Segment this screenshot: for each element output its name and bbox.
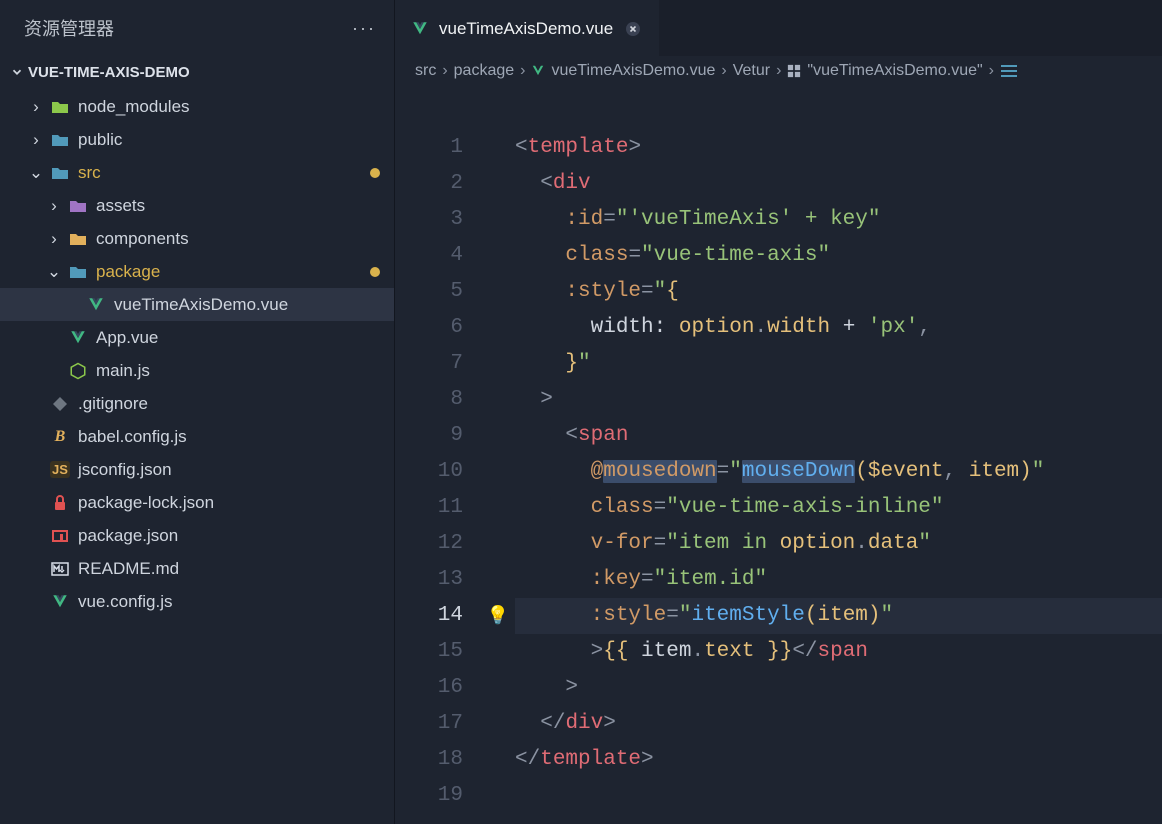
chevron-right-icon: › (46, 229, 62, 249)
tab-label: vueTimeAxisDemo.vue (439, 19, 613, 39)
tab-close-icon[interactable] (623, 19, 643, 39)
project-section-header[interactable]: VUE-TIME-AXIS-DEMO (0, 56, 394, 88)
breadcrumb-item[interactable]: src (415, 62, 436, 80)
node-icon (68, 361, 88, 381)
tree-label: assets (96, 196, 394, 216)
file-item[interactable]: ›App.vue (0, 321, 394, 354)
file-item[interactable]: ›README.md (0, 552, 394, 585)
chevron-right-icon: › (776, 62, 781, 80)
chevron-right-icon: › (28, 97, 44, 117)
explorer-header: 资源管理器 ··· (0, 0, 394, 56)
breadcrumb-item[interactable]: package (454, 62, 515, 80)
tree-label: components (96, 229, 394, 249)
chevron-right-icon: › (721, 62, 726, 80)
file-item[interactable]: ›vueTimeAxisDemo.vue (0, 288, 394, 321)
lock-icon (50, 493, 70, 513)
file-item[interactable]: ›package-lock.json (0, 486, 394, 519)
tree-label: src (78, 163, 370, 183)
tree-label: node_modules (78, 97, 394, 117)
modified-dot-icon (370, 168, 380, 178)
project-name: VUE-TIME-AXIS-DEMO (28, 64, 190, 81)
tree-label: package.json (78, 526, 394, 546)
folder-src-icon (50, 163, 70, 183)
tree-label: package (96, 262, 370, 282)
file-item[interactable]: ›package.json (0, 519, 394, 552)
breadcrumb-item[interactable]: Vetur (733, 62, 770, 80)
tree-label: App.vue (96, 328, 394, 348)
chevron-right-icon: › (520, 62, 525, 80)
editor-tabs: vueTimeAxisDemo.vue (395, 0, 1162, 56)
code-content[interactable]: <template> <div :id="'vueTimeAxis' + key… (515, 130, 1162, 824)
tree-label: package-lock.json (78, 493, 394, 513)
folder-comp-icon (68, 229, 88, 249)
file-item[interactable]: ›vue.config.js (0, 585, 394, 618)
vue-icon (68, 328, 88, 348)
tree-label: public (78, 130, 394, 150)
folder-node-icon (50, 97, 70, 117)
vue-icon (411, 20, 429, 38)
breadcrumbs[interactable]: src › package › vueTimeAxisDemo.vue › Ve… (395, 56, 1162, 86)
folder-item[interactable]: › components (0, 222, 394, 255)
chevron-down-icon: ⌄ (28, 163, 44, 183)
folder-item[interactable]: › node_modules (0, 90, 394, 123)
breadcrumb-overflow-icon[interactable] (1000, 64, 1018, 78)
tree-label: babel.config.js (78, 427, 394, 447)
folder-item[interactable]: › public (0, 123, 394, 156)
file-tree: › node_modules › public ⌄ src › assets › componen… (0, 88, 394, 824)
chevron-right-icon: › (46, 196, 62, 216)
chevron-right-icon: › (28, 130, 44, 150)
vue-icon (531, 64, 545, 78)
explorer-sidebar: 资源管理器 ··· VUE-TIME-AXIS-DEMO › node_modul… (0, 0, 395, 824)
babel-icon: B (50, 427, 70, 447)
glyph-margin: 💡 (481, 130, 515, 824)
md-icon (50, 559, 70, 579)
chevron-right-icon: › (442, 62, 447, 80)
tree-label: main.js (96, 361, 394, 381)
git-icon (50, 394, 70, 414)
chevron-right-icon: › (989, 62, 994, 80)
explorer-title: 资源管理器 (24, 15, 114, 41)
file-item[interactable]: ›Bbabel.config.js (0, 420, 394, 453)
folder-item[interactable]: › assets (0, 189, 394, 222)
symbol-icon (787, 64, 801, 78)
folder-item[interactable]: ⌄ src (0, 156, 394, 189)
tree-label: jsconfig.json (78, 460, 394, 480)
explorer-more-icon[interactable]: ··· (352, 18, 376, 39)
tree-label: .gitignore (78, 394, 394, 414)
file-item[interactable]: ›main.js (0, 354, 394, 387)
folder-public-icon (50, 130, 70, 150)
chevron-down-icon: ⌄ (46, 262, 62, 282)
modified-dot-icon (370, 267, 380, 277)
vue-icon (50, 592, 70, 612)
file-item[interactable]: ›JSjsconfig.json (0, 453, 394, 486)
breadcrumb-item[interactable]: vueTimeAxisDemo.vue (551, 62, 715, 80)
tree-label: vue.config.js (78, 592, 394, 612)
folder-assets-icon (68, 196, 88, 216)
chevron-down-icon (8, 63, 26, 81)
code-area[interactable]: 12345678910111213141516171819 💡 <templat… (395, 86, 1162, 824)
breadcrumb-item[interactable]: "vueTimeAxisDemo.vue" (807, 62, 982, 80)
vue-icon (86, 295, 106, 315)
tree-label: vueTimeAxisDemo.vue (114, 295, 394, 315)
editor-pane: vueTimeAxisDemo.vue src › package › vueT… (395, 0, 1162, 824)
folder-item[interactable]: ⌄ package (0, 255, 394, 288)
json-icon: JS (50, 460, 70, 480)
tab-active[interactable]: vueTimeAxisDemo.vue (395, 0, 659, 56)
npm-icon (50, 526, 70, 546)
tree-label: README.md (78, 559, 394, 579)
file-item[interactable]: ›.gitignore (0, 387, 394, 420)
folder-pkg-icon (68, 262, 88, 282)
line-numbers: 12345678910111213141516171819 (395, 130, 481, 824)
